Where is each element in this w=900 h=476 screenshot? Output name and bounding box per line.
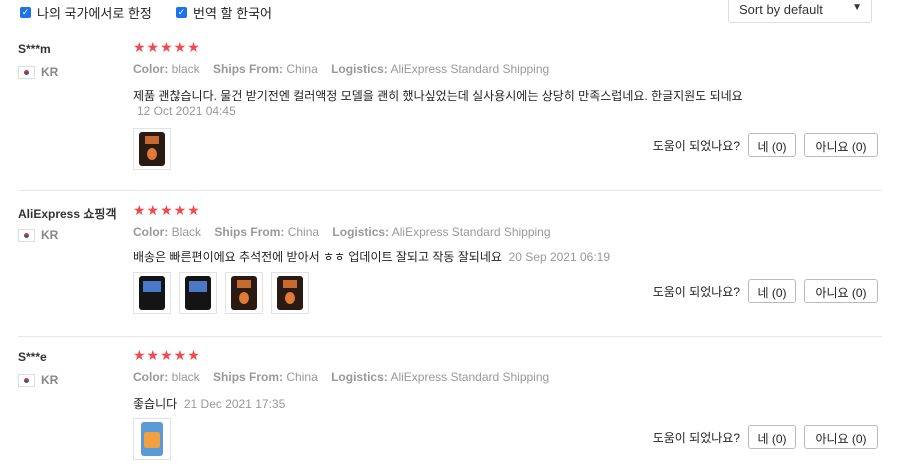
review-date: 21 Dec 2021 17:35 xyxy=(183,397,286,411)
checkbox-checked-icon: ✓ xyxy=(176,7,187,18)
logistics-value: AliExpress Standard Shipping xyxy=(390,370,550,384)
review-text-line: 좋습니다 21 Dec 2021 17:35 xyxy=(133,395,285,412)
sort-value: Sort by default xyxy=(739,2,823,17)
color-value: black xyxy=(171,62,200,76)
color-label: Color: xyxy=(133,370,169,384)
helpful-yes-button[interactable]: 네 (0) xyxy=(748,425,796,449)
logistics-label: Logistics: xyxy=(331,62,388,76)
review-attributes: Color: black Ships From: China Logistics… xyxy=(133,62,549,76)
reviewer-name: S***m xyxy=(18,42,51,56)
helpful-no-button[interactable]: 아니요 (0) xyxy=(804,133,878,157)
translate-label: 번역 할 한국어 xyxy=(193,6,272,21)
helpful-yes-button[interactable]: 네 (0) xyxy=(748,279,796,303)
review-photos xyxy=(133,418,179,460)
review-photos xyxy=(133,272,317,314)
logistics-label: Logistics: xyxy=(331,370,388,384)
filter-bar: ✓ 나의 국가에서로 한정 ✓ 번역 할 한국어 Sort by default… xyxy=(0,0,900,30)
sort-select[interactable]: Sort by default ▼ xyxy=(728,0,872,23)
reviewer-country: KR xyxy=(41,373,59,387)
helpful-prompt: 도움이 되었나요? xyxy=(652,284,740,299)
review-photo[interactable] xyxy=(133,272,171,314)
ships-label: Ships From: xyxy=(214,225,285,239)
color-label: Color: xyxy=(133,225,169,239)
ships-value: China xyxy=(287,225,320,239)
translate-checkbox[interactable]: ✓ 번역 할 한국어 xyxy=(176,3,272,22)
review-item: AliExpress 쇼핑객 KR ★★★★★ Color: Black Shi… xyxy=(18,202,882,337)
review-text-line: 배송은 빠른편이에요 추석전에 받아서 ㅎㅎ 업데이트 잘되고 작동 잘되네요 … xyxy=(133,248,610,265)
local-only-checkbox[interactable]: ✓ 나의 국가에서로 한정 xyxy=(20,3,152,22)
korea-flag-icon xyxy=(18,374,35,387)
helpful-controls: 도움이 되었나요? 네 (0) 아니요 (0) xyxy=(653,133,878,157)
review-text: 제품 괜찮습니다. 물건 받기전엔 컬러액정 모델을 괜히 했나싶었는데 실사용… xyxy=(133,89,743,103)
helpful-yes-button[interactable]: 네 (0) xyxy=(748,133,796,157)
review-photo[interactable] xyxy=(179,272,217,314)
local-only-label: 나의 국가에서로 한정 xyxy=(37,6,152,21)
review-photo[interactable] xyxy=(225,272,263,314)
ships-label: Ships From: xyxy=(213,62,284,76)
reviewer-name: S***e xyxy=(18,350,47,364)
checkbox-checked-icon: ✓ xyxy=(20,7,31,18)
reviewer-name: AliExpress 쇼핑객 xyxy=(18,207,117,221)
reviewer-country: KR xyxy=(41,65,59,79)
helpful-controls: 도움이 되었나요? 네 (0) 아니요 (0) xyxy=(653,279,878,303)
review-attributes: Color: Black Ships From: China Logistics… xyxy=(133,225,551,239)
ships-value: China xyxy=(286,62,318,76)
review-photo[interactable] xyxy=(133,418,171,460)
ships-label: Ships From: xyxy=(213,370,284,384)
ships-value: China xyxy=(286,370,318,384)
korea-flag-icon xyxy=(18,66,35,79)
helpful-no-button[interactable]: 아니요 (0) xyxy=(804,279,878,303)
helpful-prompt: 도움이 되었나요? xyxy=(652,138,740,153)
color-value: black xyxy=(171,370,200,384)
logistics-value: AliExpress Standard Shipping xyxy=(390,62,550,76)
review-item: S***m KR ★★★★★ Color: black Ships From: … xyxy=(18,39,882,191)
rating-stars: ★★★★★ xyxy=(133,202,201,218)
review-item: S***e KR ★★★★★ Color: black Ships From: … xyxy=(18,347,882,474)
rating-stars: ★★★★★ xyxy=(133,39,201,55)
helpful-prompt: 도움이 되었나요? xyxy=(652,430,740,445)
rating-stars: ★★★★★ xyxy=(133,347,201,363)
review-date: 12 Oct 2021 04:45 xyxy=(137,104,236,118)
chevron-down-icon: ▼ xyxy=(852,2,862,13)
korea-flag-icon xyxy=(18,229,35,242)
review-photo[interactable] xyxy=(271,272,309,314)
color-label: Color: xyxy=(133,62,169,76)
review-attributes: Color: black Ships From: China Logistics… xyxy=(133,370,549,384)
review-photos xyxy=(133,128,179,170)
review-text: 좋습니다 xyxy=(133,397,178,411)
logistics-value: AliExpress Standard Shipping xyxy=(391,225,551,239)
review-date: 20 Sep 2021 06:19 xyxy=(508,250,611,264)
logistics-label: Logistics: xyxy=(332,225,390,239)
reviewer-country: KR xyxy=(41,228,59,242)
color-value: Black xyxy=(171,225,202,239)
helpful-controls: 도움이 되었나요? 네 (0) 아니요 (0) xyxy=(653,425,878,449)
review-text: 배송은 빠른편이에요 추석전에 받아서 ㅎㅎ 업데이트 잘되고 작동 잘되네요 xyxy=(133,250,502,264)
review-photo[interactable] xyxy=(133,128,171,170)
helpful-no-button[interactable]: 아니요 (0) xyxy=(804,425,878,449)
